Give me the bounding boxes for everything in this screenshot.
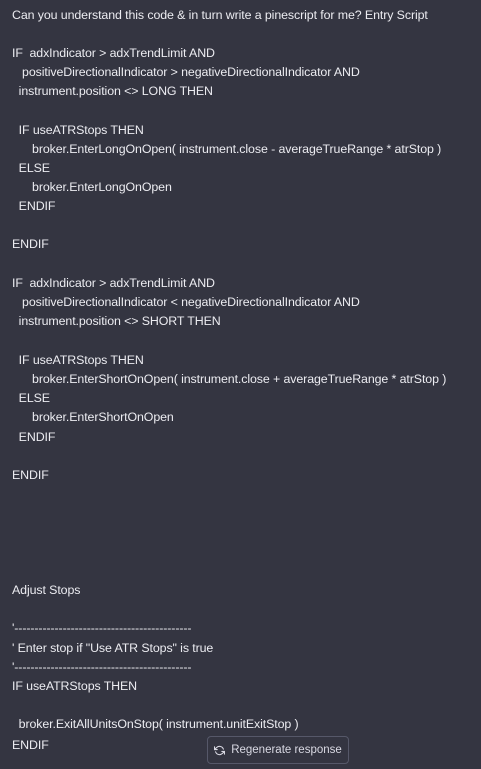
regenerate-response-label: Regenerate response — [231, 744, 342, 756]
refresh-icon — [214, 745, 226, 756]
message-line: ELSE — [12, 161, 50, 175]
message-line: broker.EnterShortOnOpen( instrument.clos… — [12, 372, 447, 386]
message-line: instrument.position <> SHORT THEN — [12, 314, 221, 328]
message-line: positiveDirectionalIndicator > negativeD… — [12, 65, 360, 79]
message-line: instrument.position <> LONG THEN — [12, 84, 213, 98]
message-line: ENDIF — [12, 468, 49, 482]
message-line: IF adxIndicator > adxTrendLimit AND — [12, 46, 215, 60]
message-line: IF useATRStops THEN — [12, 123, 144, 137]
message-line: IF adxIndicator > adxTrendLimit AND — [12, 276, 215, 290]
message-line: broker.ExitAllUnitsOnStop( instrument.un… — [12, 717, 299, 731]
message-line: broker.EnterShortOnOpen — [12, 410, 174, 424]
message-line: ENDIF — [12, 237, 49, 251]
chat-message-panel: Can you understand this code & in turn w… — [0, 0, 481, 769]
regenerate-response-button[interactable]: Regenerate response — [207, 736, 349, 764]
message-line: positiveDirectionalIndicator < negativeD… — [12, 295, 360, 309]
message-line: ' Enter stop if "Use ATR Stops" is true — [12, 641, 214, 655]
message-line: Can you understand this code & in turn w… — [12, 8, 428, 22]
message-line: broker.EnterLongOnOpen( instrument.close… — [12, 142, 442, 156]
message-line: '---------------------------------------… — [12, 660, 192, 674]
message-line: ENDIF — [12, 738, 49, 752]
message-line: IF useATRStops THEN — [12, 353, 144, 367]
message-line: '---------------------------------------… — [12, 621, 192, 635]
message-line: IF useATRStops THEN — [12, 679, 138, 693]
message-line: ELSE — [12, 391, 50, 405]
message-line: broker.EnterLongOnOpen — [12, 180, 172, 194]
message-line: ENDIF — [12, 199, 56, 213]
message-line: Adjust Stops — [12, 583, 81, 597]
message-line: ENDIF — [12, 430, 56, 444]
